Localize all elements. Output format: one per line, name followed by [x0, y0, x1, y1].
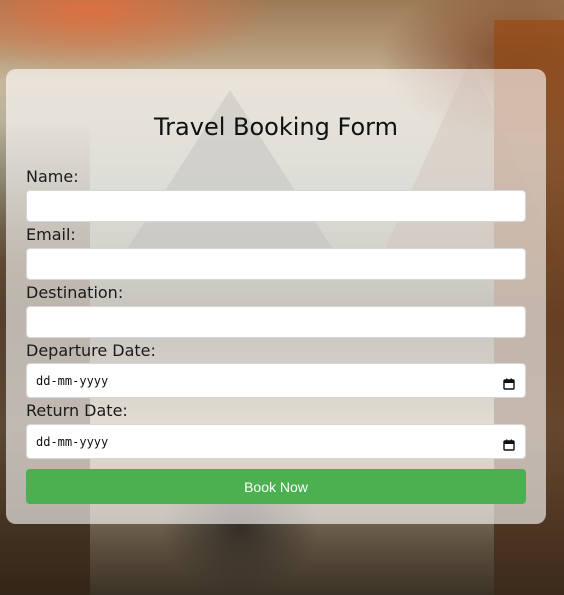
departure-date-placeholder: dd-mm-yyyy [36, 373, 109, 388]
email-input[interactable] [26, 248, 526, 280]
calendar-icon[interactable] [503, 375, 515, 390]
return-date-label: Return Date: [26, 401, 128, 420]
departure-date-input[interactable]: dd-mm-yyyy [26, 363, 526, 398]
departure-date-label: Departure Date: [26, 341, 156, 360]
booking-form: Travel Booking Form Name: Email: Destina… [6, 69, 546, 524]
return-date-input[interactable]: dd-mm-yyyy [26, 424, 526, 459]
return-date-placeholder: dd-mm-yyyy [36, 434, 109, 449]
name-label: Name: [26, 167, 79, 186]
form-title: Travel Booking Form [154, 113, 398, 141]
calendar-icon[interactable] [503, 436, 515, 451]
book-now-button[interactable]: Book Now [26, 469, 526, 504]
name-input[interactable] [26, 190, 526, 222]
destination-label: Destination: [26, 283, 124, 302]
destination-input[interactable] [26, 306, 526, 338]
email-label: Email: [26, 225, 76, 244]
